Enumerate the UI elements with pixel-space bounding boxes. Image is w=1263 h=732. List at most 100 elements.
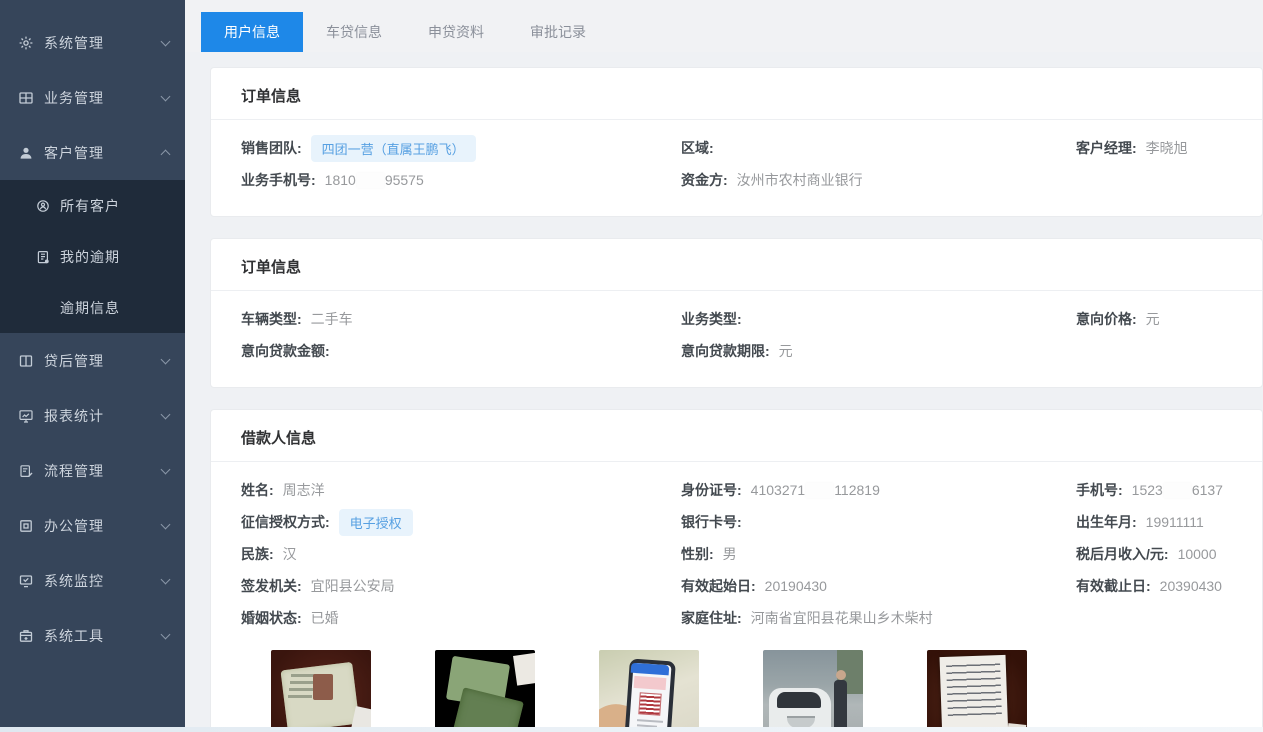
field-label: 意向贷款期限: — [681, 341, 770, 361]
field-value: 周志洋 — [283, 480, 325, 500]
tab-loan-application-docs[interactable]: 申贷资料 — [405, 12, 507, 52]
field-value: 河南省宜阳县花果山乡木柴村 — [751, 608, 933, 628]
person-car-photo[interactable] — [763, 650, 863, 732]
chevron-down-icon — [161, 354, 171, 364]
sidebar-item-label: 业务管理 — [44, 88, 162, 108]
field-label: 身份证号: — [681, 480, 742, 500]
field-label: 银行卡号: — [681, 512, 742, 532]
sidebar-item-all-customers[interactable]: 所有客户 — [0, 180, 185, 231]
field-empty — [1076, 164, 1232, 196]
field-value: 10000 — [1178, 546, 1217, 562]
field-label: 业务手机号: — [241, 170, 316, 190]
borrower-info-card: 借款人信息 姓名: 周志洋 身份证号: 4103271112819 手机号: 1… — [210, 409, 1263, 732]
sidebar-item-system-tools[interactable]: 系统工具 — [0, 608, 185, 663]
grid-icon — [18, 90, 34, 106]
field-mobile: 手机号: 15236137 — [1076, 474, 1232, 506]
loan-intent-card: 订单信息 车辆类型: 二手车 业务类型: 意向价格: 元 — [210, 238, 1263, 388]
credit-auth-tag[interactable]: 电子授权 — [339, 509, 413, 536]
field-region: 区域: — [681, 132, 1076, 164]
field-funder: 资金方: 汝州市农村商业银行 — [681, 164, 1076, 196]
sidebar-item-label: 所有客户 — [60, 196, 169, 216]
field-label: 区域: — [681, 138, 714, 158]
field-intent-loan-term: 意向贷款期限: 元 — [681, 335, 1076, 367]
main-content: 用户信息 车贷信息 申贷资料 审批记录 订单信息 销售团队: 四团一营（直属王鹏… — [185, 0, 1263, 732]
tab-user-info[interactable]: 用户信息 — [201, 12, 303, 52]
user-icon — [18, 145, 34, 161]
gear-icon — [18, 35, 34, 51]
tab-car-loan-info[interactable]: 车贷信息 — [303, 12, 405, 52]
order-info-card: 订单信息 销售团队: 四团一营（直属王鹏飞） 区域: 客户经理: 李晓旭 — [210, 67, 1263, 217]
sidebar-item-office-management[interactable]: 办公管理 — [0, 498, 185, 553]
id-card-photo[interactable] — [271, 650, 371, 732]
tab-approval-records[interactable]: 审批记录 — [507, 12, 609, 52]
nested-square-icon — [18, 518, 34, 534]
photo-item: 驾驶证副页 — [435, 650, 535, 732]
field-label: 性别: — [681, 544, 714, 564]
sidebar-item-label: 客户管理 — [44, 143, 162, 163]
field-label: 家庭住址: — [681, 608, 742, 628]
book-icon — [18, 353, 34, 369]
field-label: 客户经理: — [1076, 138, 1137, 158]
chevron-down-icon — [161, 464, 171, 474]
field-label: 民族: — [241, 544, 274, 564]
sidebar-item-overdue-info[interactable]: 逾期信息 — [0, 282, 185, 333]
field-label: 手机号: — [1076, 480, 1123, 500]
field-value: 元 — [779, 341, 793, 361]
field-label: 意向贷款金额: — [241, 341, 330, 361]
photo-item: 人车合影 — [763, 650, 863, 732]
field-label: 意向价格: — [1076, 309, 1137, 329]
field-label: 税后月收入/元: — [1076, 544, 1169, 564]
field-valid-to: 有效截止日: 20390430 — [1076, 570, 1232, 602]
field-label: 出生年月: — [1076, 512, 1137, 532]
redaction-block — [357, 173, 384, 188]
field-vehicle-type: 车辆类型: 二手车 — [241, 303, 681, 335]
sidebar-item-postloan-management[interactable]: 贷后管理 — [0, 333, 185, 388]
sidebar-item-system-management[interactable]: 系统管理 — [0, 15, 185, 70]
field-ethnicity: 民族: 汉 — [241, 538, 681, 570]
field-value: 已婚 — [311, 608, 339, 628]
field-valid-from: 有效起始日: 20190430 — [681, 570, 1076, 602]
field-label: 有效截止日: — [1076, 576, 1151, 596]
field-label: 征信授权方式: — [241, 512, 330, 532]
sidebar-item-label: 系统监控 — [44, 571, 162, 591]
detail-tabbar: 用户信息 车贷信息 申贷资料 审批记录 — [185, 0, 1263, 52]
sidebar-item-system-monitor[interactable]: 系统监控 — [0, 553, 185, 608]
notebook-icon — [35, 249, 51, 265]
field-bank-card: 银行卡号: — [681, 506, 1076, 538]
sidebar-submenu-customer: 所有客户 我的逾期 逾期信息 — [0, 180, 185, 333]
detail-scroll-area[interactable]: 订单信息 销售团队: 四团一营（直属王鹏飞） 区域: 客户经理: 李晓旭 — [185, 52, 1263, 732]
handwritten-doc-photo[interactable] — [927, 650, 1027, 732]
sidebar-item-customer-management[interactable]: 客户管理 — [0, 125, 185, 180]
field-value: 汉 — [283, 544, 297, 564]
sidebar-item-report-statistics[interactable]: 报表统计 — [0, 388, 185, 443]
field-value: 汝州市农村商业银行 — [737, 170, 863, 190]
card-title: 订单信息 — [211, 68, 1262, 120]
field-credit-auth-method: 征信授权方式: 电子授权 — [241, 506, 681, 538]
field-value: 181095575 — [325, 172, 424, 188]
field-empty — [1076, 335, 1232, 367]
chevron-down-icon — [161, 36, 171, 46]
chevron-up-icon — [161, 150, 171, 160]
field-home-address: 家庭住址: 河南省宜阳县花果山乡木柴村 — [681, 602, 1076, 634]
phone-qr-photo[interactable] — [599, 650, 699, 732]
bottom-edge-strip — [0, 727, 1263, 732]
photo-item: 人像面 — [271, 650, 371, 732]
sidebar-item-business-management[interactable]: 业务管理 — [0, 70, 185, 125]
field-label: 婚姻状态: — [241, 608, 302, 628]
license-booklet-photo[interactable] — [435, 650, 535, 732]
field-name: 姓名: 周志洋 — [241, 474, 681, 506]
field-customer-manager: 客户经理: 李晓旭 — [1076, 132, 1232, 164]
sidebar-item-label: 报表统计 — [44, 406, 162, 426]
sales-team-tag[interactable]: 四团一营（直属王鹏飞） — [311, 135, 476, 162]
sidebar-item-my-overdue[interactable]: 我的逾期 — [0, 231, 185, 282]
field-value: 20190430 — [765, 578, 827, 594]
monitor-chart-icon — [18, 408, 34, 424]
photo-item: 授权证明 — [599, 650, 699, 732]
sidebar-item-process-management[interactable]: 流程管理 — [0, 443, 185, 498]
field-value: 元 — [1146, 309, 1160, 329]
card-title: 借款人信息 — [211, 410, 1262, 462]
chevron-down-icon — [161, 629, 171, 639]
redaction-block — [806, 483, 833, 498]
card-title: 订单信息 — [211, 239, 1262, 291]
monitor-check-icon — [18, 573, 34, 589]
